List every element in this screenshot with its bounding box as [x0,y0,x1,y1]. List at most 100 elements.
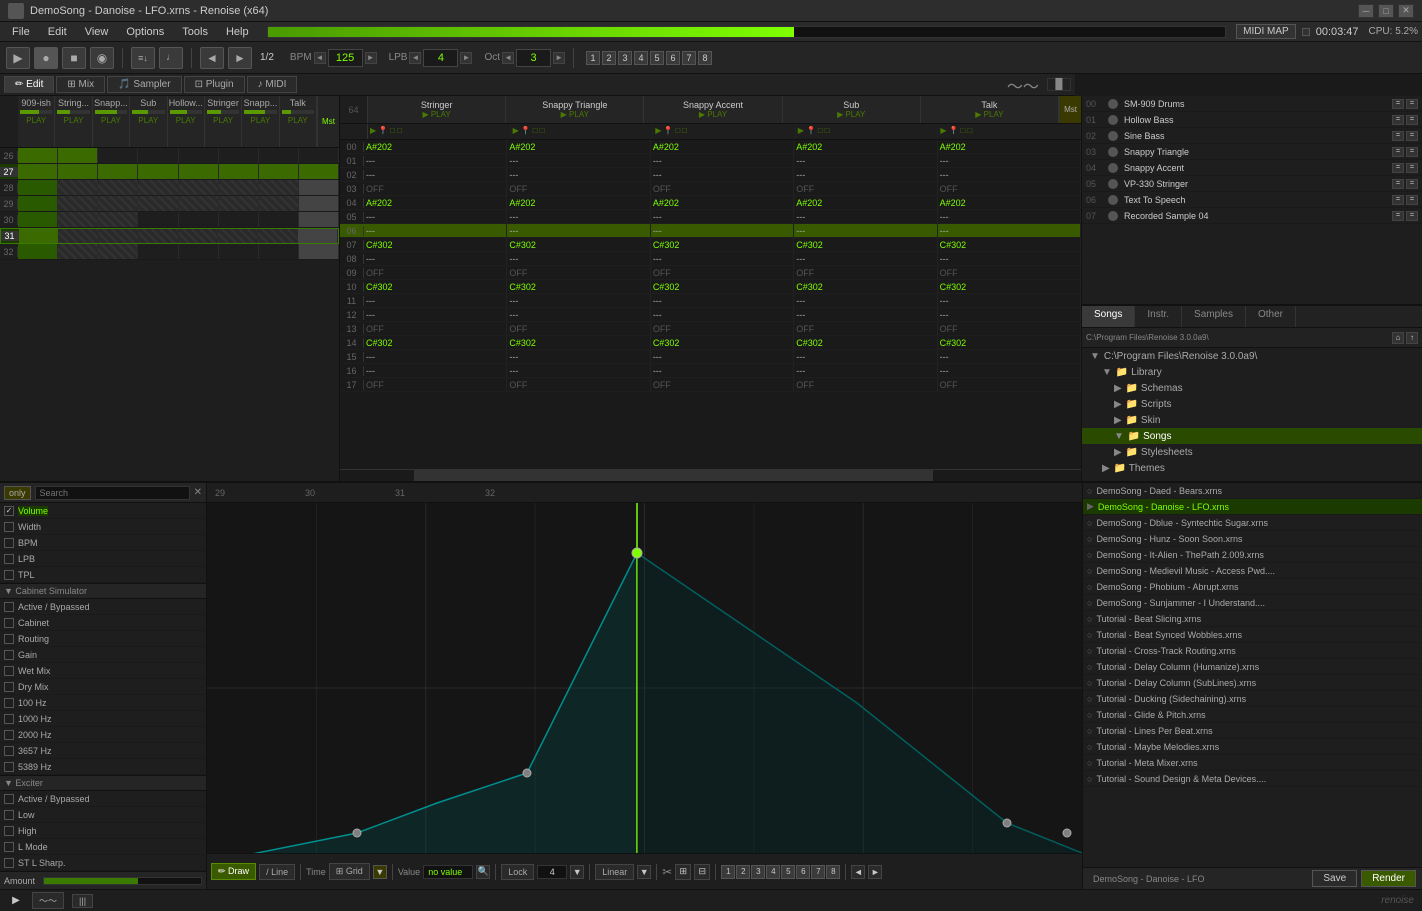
cell-27-4[interactable] [138,164,178,179]
waveform-status-btn[interactable]: 〜〜 [32,892,64,909]
cell-27-3[interactable] [98,164,138,179]
save-button[interactable]: Save [1312,870,1357,887]
tab-edit[interactable]: ✏ Edit [4,76,54,93]
ch-play-sub[interactable]: PLAY [138,116,158,125]
pcell-12-0[interactable]: --- [364,308,507,321]
lfo-checkbox-16[interactable] [4,762,14,772]
pcell-3-1[interactable]: OFF [507,182,650,195]
pch-snappy-tri-play[interactable]: ▶ PLAY [561,110,589,119]
pcell-8-1[interactable]: --- [507,252,650,265]
tab-midi[interactable]: ♪ MIDI [247,76,298,93]
pcell-0-4[interactable]: A#202 [938,140,1081,153]
lfo-checkbox-7[interactable] [4,618,14,628]
pcell-6-1[interactable]: --- [507,224,650,237]
browser-home-btn[interactable]: ⌂ [1392,332,1404,344]
pcell-15-3[interactable]: --- [794,350,937,363]
song-item-1[interactable]: ▶DemoSong - Danoise - LFO.xrns [1083,499,1422,515]
pcell-4-3[interactable]: A#202 [794,196,937,209]
cell-29-3[interactable] [98,196,138,211]
cell-32-1[interactable] [18,244,58,259]
tree-item-6[interactable]: ▶📁 Themes [1082,460,1422,476]
tree-item-3[interactable]: ▶📁 Skin [1082,412,1422,428]
browser-tab-other[interactable]: Other [1246,306,1296,327]
cell-29-7[interactable] [259,196,299,211]
pcell-11-0[interactable]: --- [364,294,507,307]
cell-28-1[interactable] [18,180,58,195]
cell-26-2[interactable] [58,148,98,163]
pcell-8-2[interactable]: --- [651,252,794,265]
cell-31-2[interactable] [59,229,99,243]
lfo-checkbox-22[interactable] [4,858,14,868]
lfo-checkbox-14[interactable] [4,730,14,740]
pcell-6-0[interactable]: --- [364,224,507,237]
pcell-5-2[interactable]: --- [651,210,794,223]
pch-snappy-acc-play[interactable]: ▶ PLAY [699,110,727,119]
ch-play-snappy2[interactable]: PLAY [251,116,271,125]
instrument-row-4[interactable]: 04 Snappy Accent = = [1082,160,1422,176]
track-5[interactable]: 5 [650,51,664,65]
paste-btn[interactable]: ⊟ [694,864,710,880]
next-btn[interactable]: ► [868,865,882,879]
cell-31-6[interactable] [218,229,258,243]
tree-item-1[interactable]: ▶📁 Schemas [1082,380,1422,396]
instrument-row-5[interactable]: 05 VP-330 Stringer = = [1082,176,1422,192]
pcell-14-3[interactable]: C#302 [794,336,937,349]
pcell-12-1[interactable]: --- [507,308,650,321]
pcell-17-0[interactable]: OFF [364,378,507,391]
cell-27-8[interactable] [299,164,339,179]
tree-root[interactable]: ▼C:\Program Files\Renoise 3.0.0a9\ [1082,348,1422,364]
cell-28-3[interactable] [98,180,138,195]
pcell-3-3[interactable]: OFF [794,182,937,195]
cell-30-8[interactable] [299,212,339,227]
linear-dropdown[interactable]: ▼ [637,865,651,879]
song-item-4[interactable]: ○DemoSong - It-Alien - ThePath 2.009.xrn… [1083,547,1422,563]
browser-tab-instr[interactable]: Instr. [1135,306,1182,327]
track-1[interactable]: 1 [586,51,600,65]
lfo-control-pt-1[interactable] [353,829,361,837]
lfo-checkbox-13[interactable] [4,714,14,724]
inst-btn-solo-2[interactable]: = [1406,131,1418,141]
song-item-6[interactable]: ○DemoSong - Phobium - Abrupt.xrns [1083,579,1422,595]
inst-btn-mute-1[interactable]: = [1392,115,1404,125]
menu-tools[interactable]: Tools [174,24,216,40]
track-7[interactable]: 7 [682,51,696,65]
value-search-icon[interactable]: 🔍 [476,865,490,879]
pcell-10-4[interactable]: C#302 [938,280,1081,293]
follow-btn[interactable]: ≡↓ [131,47,155,69]
inst-btn-solo-6[interactable]: = [1406,195,1418,205]
inst-btn-solo-1[interactable]: = [1406,115,1418,125]
instrument-row-2[interactable]: 02 Sine Bass = = [1082,128,1422,144]
lfo-param-0[interactable]: ✓ Volume [0,503,206,519]
waveform-icon[interactable]: 〜〜 [1003,73,1043,97]
inst-btn-mute-7[interactable]: = [1392,211,1404,221]
track-8[interactable]: 8 [698,51,712,65]
song-item-2[interactable]: ○DemoSong - Dblue - Syntechtic Sugar.xrn… [1083,515,1422,531]
close-button[interactable]: ✕ [1398,4,1414,18]
spectrum-icon[interactable]: ▐▌ [1047,78,1071,91]
pcell-11-4[interactable]: --- [938,294,1081,307]
inst-btn-solo-4[interactable]: = [1406,163,1418,173]
cell-30-4[interactable] [138,212,178,227]
lfo-only-button[interactable]: only [4,486,31,500]
lfo-param-4[interactable]: TPL [0,567,206,583]
track-btn-7[interactable]: 7 [811,865,825,879]
pcell-12-2[interactable]: --- [651,308,794,321]
pcell-10-1[interactable]: C#302 [507,280,650,293]
maximize-button[interactable]: □ [1378,4,1394,18]
pcell-2-2[interactable]: --- [651,168,794,181]
pcell-3-0[interactable]: OFF [364,182,507,195]
instrument-row-0[interactable]: 00 SM-909 Drums = = [1082,96,1422,112]
pcell-14-4[interactable]: C#302 [938,336,1081,349]
cell-31-5[interactable] [179,229,219,243]
lfo-control-pt-4[interactable] [1003,819,1011,827]
cell-28-6[interactable] [219,180,259,195]
lfo-checkbox-8[interactable] [4,634,14,644]
browser-tab-samples[interactable]: Samples [1182,306,1246,327]
pcell-17-4[interactable]: OFF [938,378,1081,391]
lfo-param-1[interactable]: Width [0,519,206,535]
pcell-8-3[interactable]: --- [794,252,937,265]
track-btn-8[interactable]: 8 [826,865,840,879]
cell-32-5[interactable] [179,244,219,259]
cell-30-7[interactable] [259,212,299,227]
song-item-16[interactable]: ○Tutorial - Maybe Melodies.xrns [1083,739,1422,755]
